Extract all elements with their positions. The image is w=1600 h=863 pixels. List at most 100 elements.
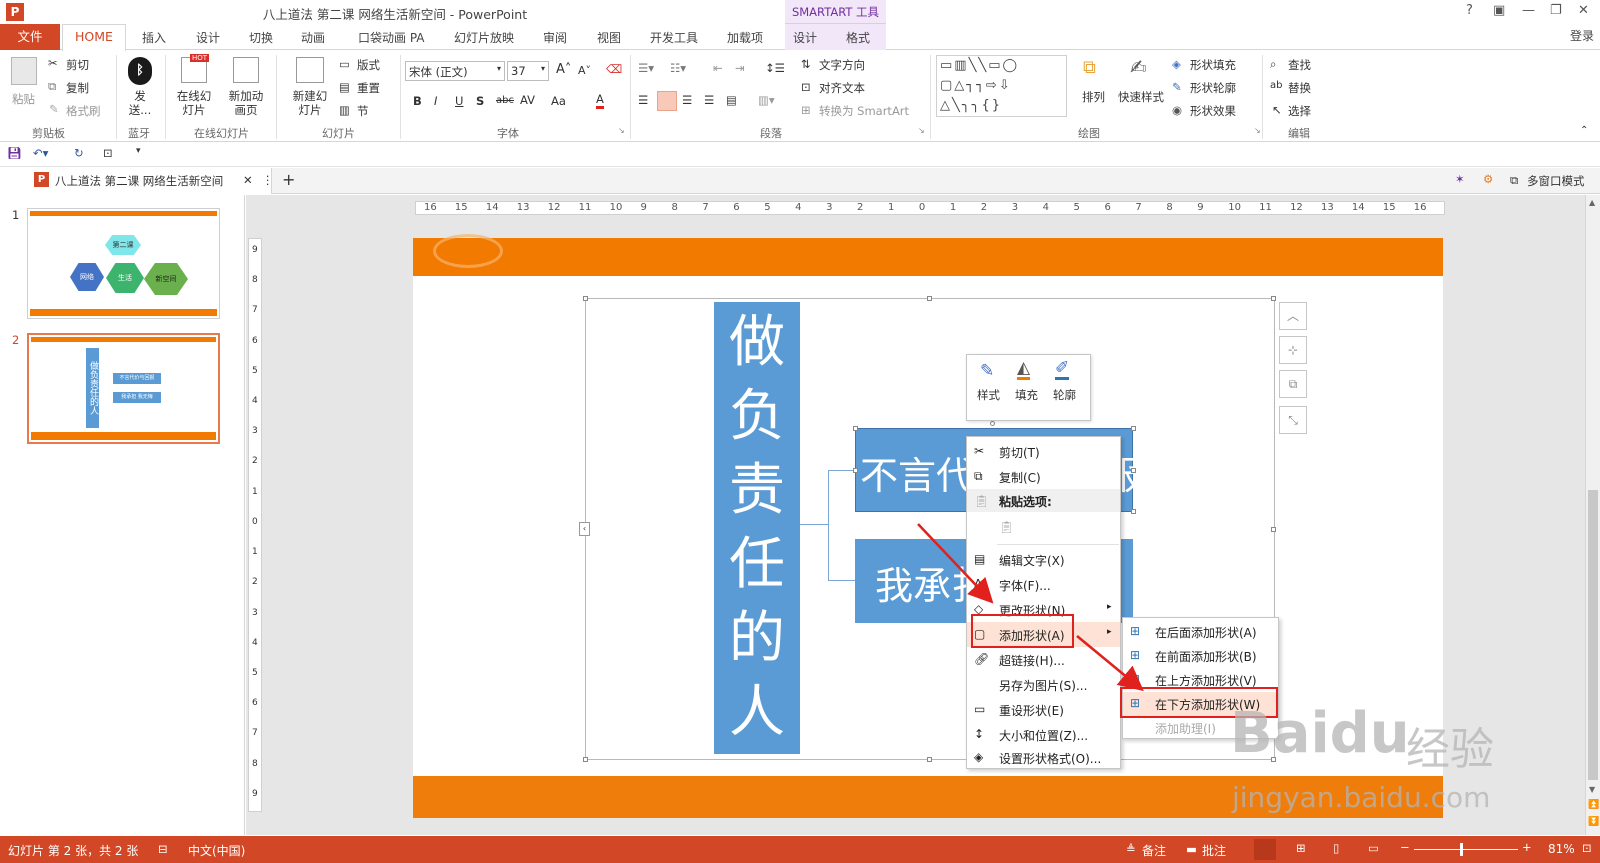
bluetooth-send-button[interactable]: 发送...: [126, 89, 154, 117]
slide-sorter-icon[interactable]: ⊞: [1296, 841, 1306, 855]
layout-button[interactable]: 版式: [357, 57, 380, 73]
paste-option-keep[interactable]: 📋︎: [967, 514, 1120, 544]
menu-item-save-as-picture[interactable]: 另存为图片(S)...: [967, 672, 1120, 697]
notes-button[interactable]: 备注: [1142, 842, 1166, 859]
line-spacing-icon[interactable]: ↕☰: [765, 61, 785, 75]
submenu-add-before[interactable]: ⊞ 在前面添加形状(B): [1123, 644, 1278, 668]
align-text-icon[interactable]: ⊡: [801, 80, 811, 94]
reading-view-icon[interactable]: ▯: [1333, 841, 1339, 855]
multi-window-icon[interactable]: ⧉: [1510, 173, 1518, 188]
shrink-font-icon[interactable]: A˅: [578, 64, 591, 77]
font-color-icon[interactable]: A: [596, 92, 604, 109]
align-center-icon[interactable]: [657, 91, 677, 111]
bold-icon[interactable]: B: [413, 94, 422, 108]
underline-icon[interactable]: U: [455, 94, 463, 108]
clear-format-icon[interactable]: ⌫: [606, 62, 622, 76]
scroll-down-icon[interactable]: ▼: [1589, 785, 1595, 794]
menu-item-hyperlink[interactable]: 🔗︎ 超链接(H)...: [967, 647, 1120, 672]
new-animation-page-button[interactable]: 新加动画页: [226, 89, 266, 117]
collapse-ribbon-icon[interactable]: ⌃: [1580, 125, 1588, 136]
layout-options-icon[interactable]: ⊹: [1279, 336, 1307, 364]
tab-smartart-design[interactable]: 设计: [793, 29, 817, 46]
shape-fill-icon[interactable]: ◈: [1172, 57, 1181, 71]
quick-styles-button[interactable]: 快速样式: [1118, 89, 1164, 105]
resize-handle[interactable]: [927, 757, 932, 762]
section-button[interactable]: 节: [357, 103, 369, 119]
align-left-icon[interactable]: ☰: [638, 93, 648, 107]
document-tab[interactable]: P 八上道法 第二课 网络生活新空间 ✕ ⋮: [0, 168, 274, 194]
menu-item-format-shape[interactable]: ◈ 设置形状格式(O)...: [967, 745, 1120, 770]
format-painter-icon[interactable]: ✎: [49, 102, 59, 116]
reset-icon[interactable]: ▤: [339, 80, 350, 94]
tab-view[interactable]: 视图: [597, 29, 621, 46]
decrease-indent-icon[interactable]: ⇤: [713, 61, 723, 75]
shape-effects-button[interactable]: 形状效果: [1190, 103, 1236, 119]
mini-fill-button[interactable]: 填充: [1015, 387, 1038, 403]
font-name-select[interactable]: 宋体 (正文) ▾: [405, 61, 505, 81]
new-slide-button[interactable]: 新建幻灯片: [289, 89, 331, 117]
vertical-title-shape[interactable]: 做 负 责 任 的 人: [714, 302, 800, 754]
tab-addins[interactable]: 加载项: [727, 29, 763, 46]
text-pane-toggle-icon[interactable]: ‹: [579, 522, 590, 536]
zoom-in-icon[interactable]: +: [1522, 840, 1532, 854]
resize-handle[interactable]: [1271, 296, 1276, 301]
resize-handle[interactable]: [927, 296, 932, 301]
submenu-add-after[interactable]: ⊞ 在后面添加形状(A): [1123, 620, 1278, 644]
normal-view-icon[interactable]: [1254, 839, 1276, 860]
login-link[interactable]: 登录: [1570, 27, 1594, 44]
magic-icon[interactable]: ✶: [1455, 172, 1465, 186]
close-tab-icon[interactable]: ✕: [243, 173, 253, 187]
tab-smartart-format[interactable]: 格式: [846, 29, 870, 46]
tab-file[interactable]: 文件: [0, 24, 60, 50]
section-icon[interactable]: ▥: [339, 103, 350, 117]
previous-slide-icon[interactable]: ⏫: [1588, 800, 1599, 810]
quick-styles-icon[interactable]: ✍: [1130, 55, 1147, 79]
tab-animations[interactable]: 动画: [301, 29, 325, 46]
resize-handle[interactable]: [1131, 509, 1136, 514]
resize-handle[interactable]: [583, 757, 588, 762]
tab-transitions[interactable]: 切换: [249, 29, 273, 46]
text-direction-icon[interactable]: ⇅: [801, 57, 811, 71]
mini-style-button[interactable]: 样式: [977, 387, 1000, 403]
outline-pen-icon[interactable]: ✐: [1055, 359, 1070, 380]
shape-outline-button[interactable]: 形状轮廓: [1190, 80, 1236, 96]
redo-icon[interactable]: ↻: [74, 146, 84, 160]
slideshow-view-icon[interactable]: ▭: [1368, 841, 1379, 855]
select-icon[interactable]: ↖: [1272, 103, 1282, 117]
menu-item-reset-shape[interactable]: ▭ 重设形状(E): [967, 697, 1120, 722]
language-status[interactable]: 中文(中国): [188, 842, 245, 859]
customize-qat-icon[interactable]: ▾: [136, 146, 141, 156]
notes-icon[interactable]: ≜: [1126, 842, 1136, 856]
more-icon[interactable]: ⋮: [262, 173, 274, 187]
shape-outline-icon[interactable]: ✎: [1172, 80, 1182, 94]
resize-handle[interactable]: [1271, 527, 1276, 532]
undo-icon[interactable]: ↶▾: [33, 146, 48, 160]
shapes-gallery[interactable]: ▭▥╲╲▭◯ ▢△┐┐⇨⇩ △╲╮╮{}: [936, 55, 1067, 117]
resize-handle[interactable]: [583, 296, 588, 301]
rotate-handle[interactable]: [990, 421, 995, 426]
multi-window-mode-button[interactable]: 多窗口模式: [1527, 173, 1585, 189]
settings-gear-icon[interactable]: ⚙: [1483, 172, 1493, 186]
zoom-slider[interactable]: [1414, 849, 1518, 850]
collapse-up-icon[interactable]: ︿: [1279, 302, 1307, 330]
new-slide-icon[interactable]: [296, 57, 324, 83]
tab-review[interactable]: 审阅: [543, 29, 567, 46]
resize-handle[interactable]: [1131, 468, 1136, 473]
replace-icon[interactable]: ab: [1270, 80, 1282, 91]
distribute-icon[interactable]: ▤: [726, 93, 737, 107]
align-text-button[interactable]: 对齐文本: [819, 80, 865, 96]
zoom-out-icon[interactable]: −: [1400, 840, 1410, 854]
cut-button[interactable]: 剪切: [66, 57, 89, 73]
columns-icon[interactable]: ▥▾: [758, 93, 775, 107]
new-tab-icon[interactable]: +: [282, 170, 295, 189]
help-icon[interactable]: ?: [1466, 3, 1473, 18]
slide-thumbnail-1[interactable]: 第二课 网络 生活 新空间: [27, 208, 220, 319]
menu-item-edit-text[interactable]: ▤ 编辑文字(X): [967, 547, 1120, 572]
online-slide-button[interactable]: 在线幻灯片: [174, 89, 214, 117]
zoom-level[interactable]: 81%: [1548, 842, 1575, 856]
restore-icon[interactable]: ❐: [1550, 3, 1562, 18]
shape-fill-button[interactable]: 形状填充: [1190, 57, 1236, 73]
replace-button[interactable]: 替换: [1288, 80, 1311, 96]
spellcheck-icon[interactable]: ⊟: [158, 842, 168, 856]
find-button[interactable]: 查找: [1288, 57, 1311, 73]
